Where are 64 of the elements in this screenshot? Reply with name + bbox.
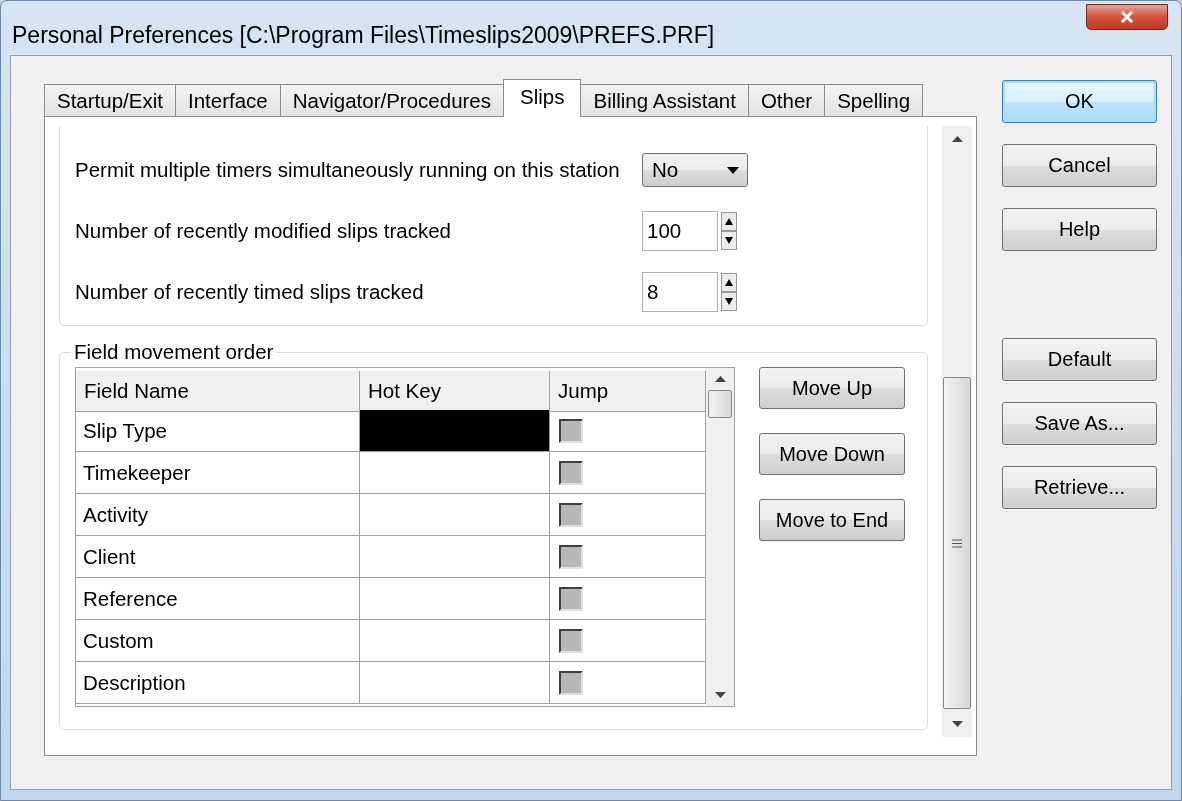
retrieve-button[interactable]: Retrieve... [1002, 466, 1157, 509]
move-to-end-button[interactable]: Move to End [759, 499, 905, 541]
tab[interactable]: Startup/Exit [44, 84, 176, 116]
hotkey-cell[interactable] [360, 578, 550, 620]
tab[interactable]: Interface [174, 84, 281, 116]
number-field[interactable]: 8 [642, 272, 718, 312]
ok-button[interactable]: OK [1002, 80, 1157, 123]
dropdown[interactable]: No [642, 153, 748, 187]
table-cell: Client [76, 536, 360, 578]
table-cell: Activity [76, 494, 360, 536]
close-icon [1120, 11, 1134, 23]
scroll-thumb[interactable] [708, 390, 732, 418]
scroll-down-icon[interactable] [714, 692, 726, 698]
table-cell: Description [76, 662, 360, 704]
hotkey-cell[interactable] [360, 410, 550, 452]
hotkey-cell[interactable] [360, 662, 550, 704]
setting-label: Number of recently timed slips tracked [75, 280, 425, 304]
hotkey-cell[interactable] [360, 620, 550, 662]
tab[interactable]: Navigator/Procedures [279, 84, 504, 116]
dropdown-arrow-icon [727, 166, 739, 174]
scrollbar[interactable] [942, 126, 972, 737]
scroll-up-icon[interactable] [714, 376, 726, 382]
hotkey-cell[interactable] [360, 536, 550, 578]
scroll-down-icon[interactable] [951, 721, 963, 727]
hotkey-cell[interactable] [360, 494, 550, 536]
move-up-button[interactable]: Move Up [759, 367, 905, 409]
help-button[interactable]: Help [1002, 208, 1157, 251]
tab[interactable]: Slips [503, 79, 582, 117]
spin-buttons[interactable] [721, 212, 737, 250]
scroll-up-icon[interactable] [951, 136, 963, 142]
spin-buttons[interactable] [721, 273, 737, 311]
checkbox[interactable] [559, 586, 583, 611]
default-button[interactable]: Default [1002, 338, 1157, 381]
scrollbar[interactable] [706, 368, 734, 706]
column-header[interactable]: Jump [550, 371, 706, 412]
checkbox[interactable] [559, 628, 583, 653]
column-header[interactable]: Hot Key [360, 371, 550, 412]
window-title: Personal Preferences [C:\Program Files\Timeslips2009\PREFS.PRF] [12, 20, 715, 49]
tab[interactable]: Billing Assistant [580, 84, 749, 116]
scroll-thumb[interactable] [943, 377, 971, 709]
column-header[interactable]: Field Name [76, 371, 360, 412]
checkbox[interactable] [559, 502, 583, 527]
grip-icon [952, 538, 962, 548]
move-down-button[interactable]: Move Down [759, 433, 905, 475]
spin-up-icon[interactable] [721, 212, 737, 231]
hotkey-cell[interactable] [360, 452, 550, 494]
spin-up-icon[interactable] [721, 273, 737, 292]
checkbox[interactable] [559, 418, 583, 443]
table-cell: Custom [76, 620, 360, 662]
checkbox[interactable] [559, 544, 583, 569]
tab[interactable]: Other [747, 84, 826, 116]
tab[interactable]: Spelling [824, 84, 924, 116]
cancel-button[interactable]: Cancel [1002, 144, 1157, 187]
checkbox[interactable] [559, 670, 583, 695]
spin-down-icon[interactable] [721, 292, 737, 311]
save-as-button[interactable]: Save As... [1002, 402, 1157, 445]
number-field[interactable]: 100 [642, 211, 718, 251]
close-button[interactable] [1086, 4, 1168, 30]
setting-label: Number of recently modified slips tracked [75, 219, 452, 243]
spin-down-icon[interactable] [721, 231, 737, 250]
table-cell: Timekeeper [76, 452, 360, 494]
checkbox[interactable] [559, 460, 583, 485]
table-cell: Reference [76, 578, 360, 620]
setting-label: Permit multiple timers simultaneously running on this station [75, 158, 621, 182]
